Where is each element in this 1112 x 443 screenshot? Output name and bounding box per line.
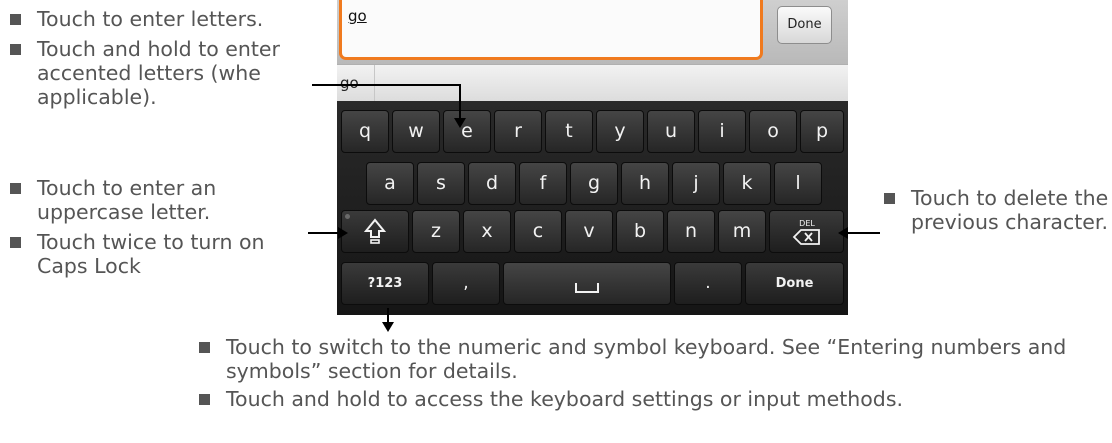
callout-line-accented [312,84,461,118]
arrow-head-delete [838,227,848,239]
callout-lines [308,84,880,332]
arrow-head-accented [454,118,466,128]
arrow-head-symbols [382,322,394,332]
arrow-head-shift [338,227,348,239]
